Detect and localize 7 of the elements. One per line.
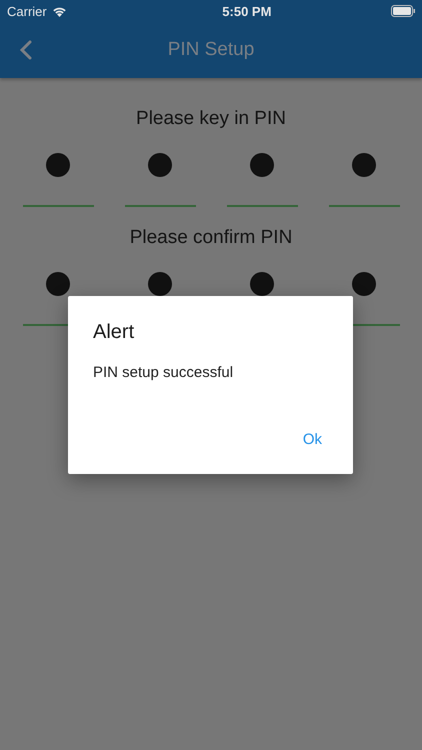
pin-prompt: Please key in PIN xyxy=(136,108,286,131)
status-time: 5:50 PM xyxy=(222,4,272,18)
dialog-title: Alert xyxy=(93,321,136,344)
carrier-label: Carrier xyxy=(7,4,47,18)
screen-title: PIN Setup xyxy=(168,39,254,61)
pin-prompt: Please confirm PIN xyxy=(130,227,292,250)
dialog-message: PIN setup successful xyxy=(93,364,234,381)
